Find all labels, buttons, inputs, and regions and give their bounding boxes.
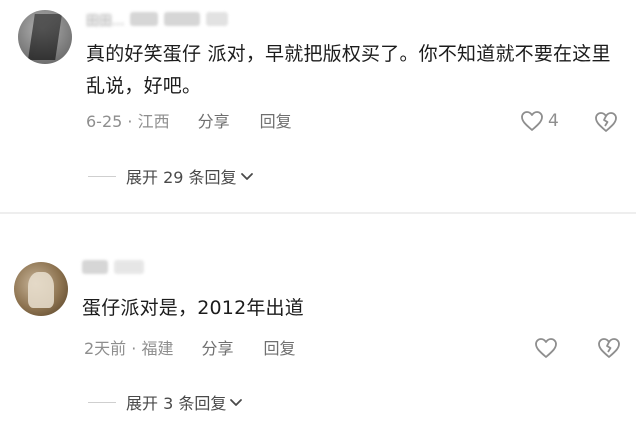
broken-heart-icon [598,338,620,358]
avatar-image [28,14,62,60]
heart-outline-icon [521,111,543,131]
username-blur [206,12,229,26]
comment-meta: 2天前 · 福建 分享 回复 [84,335,325,359]
avatar[interactable] [14,262,68,316]
comment-item: 蛋仔派对是，2012年出道 2天前 · 福建 分享 回复 展开 3 条回复 [0,216,636,434]
avatar-image [28,272,54,308]
like-count: 4 [548,111,559,131]
username-blur [164,12,201,26]
username-blur [114,260,144,274]
username-blurred[interactable]: 田田... [86,10,229,29]
dislike-button[interactable] [597,337,621,363]
dislike-button[interactable] [594,111,618,137]
chevron-down-icon [240,173,253,180]
avatar[interactable] [18,10,72,64]
share-button[interactable]: 分享 [198,108,230,132]
comment-text: 蛋仔派对是，2012年出道 [82,297,304,319]
comment-divider [0,212,636,214]
date-location: 6-25 · 江西 [86,112,170,131]
username-blurred[interactable] [82,258,144,276]
share-button[interactable]: 分享 [201,335,233,359]
comment-meta: 6-25 · 江西 分享 回复 [86,108,322,132]
like-button[interactable] [534,337,562,359]
heart-outline-icon [535,338,557,358]
comment-item: 田田... 真的好笑蛋仔 派对，早就把版权买了。你不知道就不要在这里乱说，好吧。… [0,0,636,212]
chevron-down-icon [230,399,243,406]
username-blur [82,260,108,274]
like-button[interactable]: 4 [520,110,559,132]
expand-replies-button[interactable]: 展开 29 条回复 [88,164,255,188]
expand-divider-line [88,175,116,177]
expand-replies-button[interactable]: 展开 3 条回复 [88,390,244,414]
username-blur [130,12,159,26]
username: 田田... [86,13,125,29]
expand-replies-label: 展开 3 条回复 [126,394,227,413]
date-location: 2天前 · 福建 [84,339,174,358]
expand-divider-line [88,401,116,403]
comment-text: 真的好笑蛋仔 派对，早就把版权买了。你不知道就不要在这里乱说，好吧。 [86,43,611,97]
reply-button[interactable]: 回复 [263,335,295,359]
expand-replies-label: 展开 29 条回复 [126,168,237,187]
broken-heart-icon [595,112,617,132]
reply-button[interactable]: 回复 [260,108,292,132]
